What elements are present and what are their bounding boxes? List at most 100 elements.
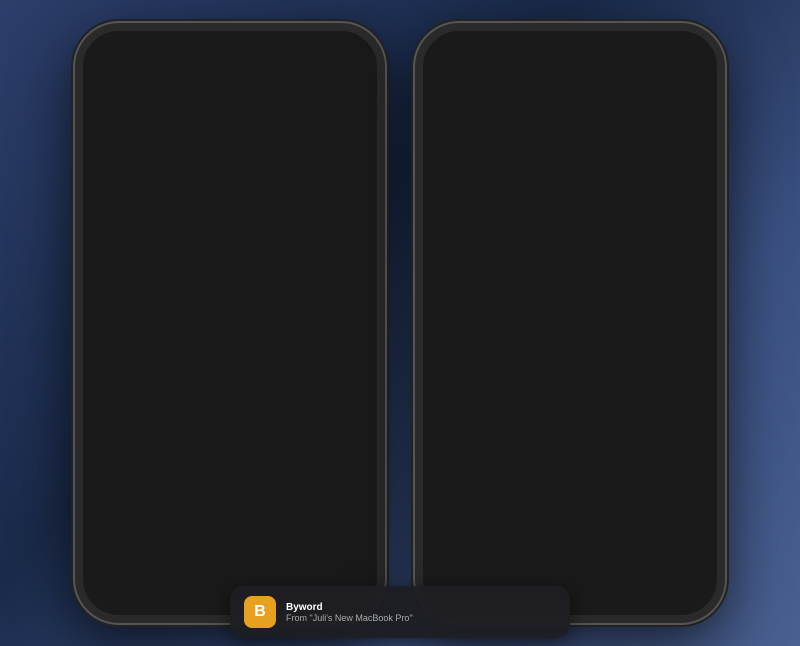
notification-app-icon: B	[244, 596, 276, 628]
tab-search-right[interactable]: 🔍 Search	[648, 566, 726, 623]
chevron-activity: ›	[292, 377, 295, 388]
tab-icon-app-store-right: ⬆	[599, 579, 619, 599]
chevron-r-breathe: ›	[601, 412, 604, 423]
menu-item-r-contacts[interactable]: 👤 Contacts ›	[415, 505, 617, 540]
chevron-calendar: ›	[292, 447, 295, 458]
menu-item-sounds[interactable]: 🔔 Sounds & Haptics ›	[75, 224, 308, 259]
watch-app-title-right: Watch	[447, 71, 477, 82]
menu-item-activity[interactable]: ◎ Activity ›	[75, 364, 308, 400]
chevron-r-contacts: ›	[601, 517, 604, 528]
safari-right-panel: Following the re version and disc silico…	[601, 61, 725, 563]
menu-icon-r-health: ❤	[425, 546, 447, 563]
menu-item-breathe[interactable]: ● Breathe ›	[75, 400, 308, 435]
menu-icon-calendar: 📅	[85, 441, 107, 463]
watch-app-title-left: Watch	[107, 71, 137, 82]
tab-icon-my-watch-left: ⌚	[117, 579, 137, 599]
safari-right-body-intro: Following the re version and disc silico…	[607, 67, 719, 106]
menu-item-r-breathe[interactable]: ● Breathe ›	[415, 400, 617, 435]
menu-label-r-breathe: Breathe	[455, 410, 593, 424]
notification-icon-letter: B	[254, 603, 266, 621]
menu-item-health[interactable]: ❤ Health ›	[75, 540, 308, 563]
watch-app-icon-left: ⌚	[85, 69, 101, 85]
watch-app-card-left: ⌚ Watch ⊕ ‹ My Watch ⚙ General ›	[75, 61, 308, 563]
menu-item-r-brightness[interactable]: ☀ Brightness & Text Size ›	[415, 189, 617, 224]
phone-left: iFixit Tests Sili MacBook Pro K Jul 19, …	[75, 23, 385, 623]
chevron-r-health: ›	[601, 552, 604, 563]
back-arrow-left[interactable]: ‹	[83, 97, 88, 115]
tab-icon-search-right: 🔍	[676, 579, 696, 599]
notification-banner[interactable]: B Byword From "Juli's New MacBook Pro"	[230, 586, 570, 638]
menu-item-r-privacy[interactable]: 🤲 Privacy ›	[415, 329, 617, 364]
menu-item-calendar[interactable]: 📅 Calendar ›	[75, 435, 308, 470]
menu-item-sos[interactable]: SOS Emergency SOS ›	[75, 294, 308, 329]
menu-item-r-clock[interactable]: ⏰ Clock ›	[415, 470, 617, 505]
watch-app-header-right: ⌚ Watch ⊕	[415, 61, 617, 93]
chevron-sos: ›	[292, 306, 295, 317]
menu-icon-r-calendar: 📅	[425, 441, 447, 463]
back-arrow-right[interactable]: ‹	[423, 97, 428, 115]
watch-safari-icon-left: ⊕	[280, 68, 298, 86]
menu-label-breathe: Breathe	[115, 410, 284, 424]
menu-item-r-calendar[interactable]: 📅 Calendar ›	[415, 435, 617, 470]
menu-item-r-cellular[interactable]: 📶 Cellular ›	[415, 154, 617, 189]
status-right-right: ▶	[645, 44, 705, 55]
menu-icon-passcode: 🔒	[85, 265, 107, 287]
menu-item-r-sos[interactable]: SOS Emergency SOS ›	[415, 294, 617, 329]
phone-screen-left: iFixit Tests Sili MacBook Pro K Jul 19, …	[75, 23, 385, 623]
menu-item-r-sounds[interactable]: 🔔 Sounds & Haptics ›	[415, 224, 617, 259]
menu-label-cellular: Cellular	[115, 164, 284, 178]
menu-item-r-activity[interactable]: ◎ Activity ›	[415, 364, 617, 400]
chevron-r-passcode: ›	[601, 271, 604, 282]
safari-right-date: Jul 19, 2018 10:3	[607, 146, 719, 155]
menu-icon-r-contacts: 👤	[425, 511, 447, 533]
menu-item-r-health[interactable]: ❤ Health ›	[415, 540, 617, 563]
status-bar-left: 📷 ▶	[75, 23, 385, 59]
menu-item-r-passcode[interactable]: 🔒 Passcode ›	[415, 259, 617, 294]
notification-text: Byword From "Juli's New MacBook Pro"	[286, 602, 556, 623]
tab-my-watch-left[interactable]: ⌚ My Watch	[75, 566, 178, 623]
notification-message: From "Juli's New MacBook Pro"	[286, 613, 556, 623]
menu-label-privacy: Privacy	[115, 339, 284, 353]
my-watch-title-right: My Watch	[491, 99, 547, 113]
menu-label-calendar: Calendar	[115, 445, 284, 459]
menu-label-r-clock: Clock	[455, 480, 593, 494]
menu-item-brightness[interactable]: ☀ Brightness & Text Size ›	[75, 189, 308, 224]
tab-label-search-right: Search	[674, 601, 699, 610]
chevron-brightness: ›	[292, 201, 295, 212]
menu-item-general[interactable]: ⚙ General ›	[75, 119, 308, 154]
menu-label-clock: Clock	[115, 480, 284, 494]
menu-icon-r-passcode: 🔒	[425, 265, 447, 287]
safari-right-content: Following the re version and disc silico…	[601, 61, 725, 193]
status-left-right: 📷	[435, 44, 495, 55]
chevron-r-sounds: ›	[601, 236, 604, 247]
notification-app-name: Byword	[286, 602, 556, 613]
chevron-r-general: ›	[601, 131, 604, 142]
status-bar-right: 📷 ▶	[415, 23, 725, 59]
menu-icon-breathe: ●	[85, 406, 107, 428]
menu-icon-cellular: 📶	[85, 160, 107, 182]
safari-right-comments: 119 comments	[607, 110, 719, 125]
menu-item-privacy[interactable]: 🤲 Privacy ›	[75, 329, 308, 364]
chevron-r-brightness: ›	[601, 201, 604, 212]
camera-icon-left: 📷	[95, 44, 107, 55]
menu-item-r-general[interactable]: ⚙ General ›	[415, 119, 617, 154]
menu-label-passcode: Passcode	[115, 269, 284, 283]
chevron-cellular: ›	[292, 166, 295, 177]
phone-screen-right: Following the re version and disc silico…	[415, 23, 725, 623]
menu-label-r-brightness: Brightness & Text Size	[455, 199, 593, 213]
menu-item-cellular[interactable]: 📶 Cellular ›	[75, 154, 308, 189]
menu-item-contacts[interactable]: 👤 Contacts ›	[75, 505, 308, 540]
chevron-general: ›	[292, 131, 295, 142]
tab-app-store-right[interactable]: ⬆ App Store	[570, 566, 648, 623]
menu-item-clock[interactable]: ⏰ Clock ›	[75, 470, 308, 505]
menu-icon-r-activity: ◎	[425, 371, 447, 393]
menu-label-activity: Activity	[115, 375, 284, 389]
menu-item-passcode[interactable]: 🔒 Passcode ›	[75, 259, 308, 294]
menu-icon-r-breathe: ●	[425, 406, 447, 428]
menu-label-r-health: Health	[455, 550, 593, 563]
chevron-r-clock: ›	[601, 482, 604, 493]
tab-label-my-watch-left: My Watch	[109, 601, 144, 610]
menu-label-sounds: Sounds & Haptics	[115, 234, 284, 248]
safari-right-body2: Apple today sub planned Federati Melbour…	[607, 158, 719, 187]
menu-label-general: General	[115, 129, 284, 143]
